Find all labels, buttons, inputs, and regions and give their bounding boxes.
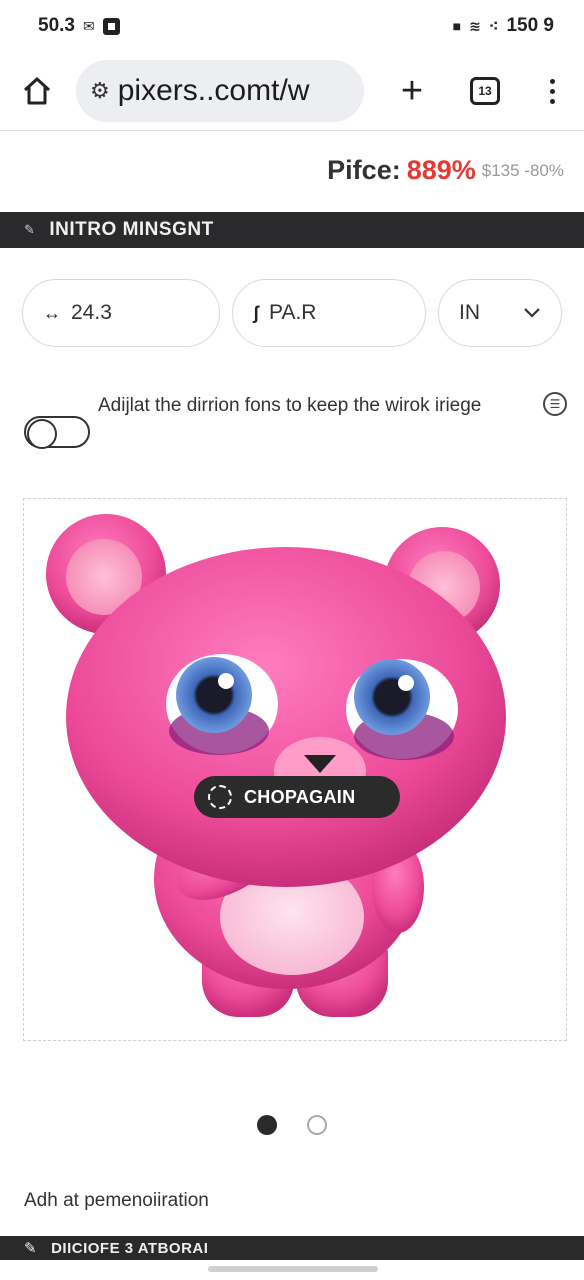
logo-icon — [208, 785, 232, 809]
home-icon — [23, 77, 51, 105]
menu-dot-icon — [550, 88, 555, 94]
material-chip[interactable]: ʃ PA.R — [232, 279, 426, 347]
menu-dot-icon — [550, 78, 555, 84]
pink-bear-illustration — [46, 514, 506, 1017]
badge-label: CHOPAGAIN — [244, 786, 356, 807]
personalization-link[interactable]: Adh at pemenoiiration — [24, 1190, 209, 1212]
mirror-option-text: Adijlat the dirrion fons to keep the wir… — [98, 395, 482, 416]
info-icon[interactable]: ☰ — [543, 392, 567, 416]
bottom-section-title: DIICIOFE 3 ATBORAI — [51, 1239, 209, 1257]
battery-text: 150 9 — [506, 15, 554, 36]
price-label: Pifce: — [327, 155, 401, 185]
material-value: PA.R — [269, 301, 317, 324]
pagination-dot-2[interactable] — [307, 1115, 327, 1135]
new-tab-button[interactable]: + — [388, 72, 436, 110]
screenshot-icon — [102, 17, 120, 35]
mirror-toggle[interactable] — [24, 416, 90, 449]
address-bar[interactable]: ⚙ pixers..comt/w — [76, 60, 364, 122]
price-value: 889% — [406, 155, 476, 185]
home-button[interactable] — [18, 72, 56, 110]
status-right: ■ ≋ ⁖ 150 9 — [453, 15, 554, 37]
unit-value: IN — [459, 301, 480, 324]
status-time: 50.3 — [38, 15, 75, 36]
unit-select[interactable]: IN — [438, 279, 562, 347]
pagination-dot-1[interactable] — [257, 1115, 277, 1135]
section-header: ✎ INITRO MINSGNT — [0, 212, 584, 248]
wifi-icon: ≋ — [469, 17, 481, 34]
notification-icon: ✉ — [82, 17, 95, 34]
bottom-section-header: ✎ DIICIOFE 3 ATBORAI — [0, 1236, 584, 1260]
mirror-option-row: Adijlat the dirrion fons to keep the wir… — [22, 390, 567, 452]
status-bar: 50.3 ✉ ■ ≋ ⁖ 150 9 — [0, 0, 584, 52]
tab-switcher-button[interactable]: 13 — [470, 77, 500, 105]
url-text: pixers..comt/w — [117, 74, 310, 107]
product-image[interactable]: CHOPAGAIN — [23, 498, 567, 1041]
price-row: Pifce: 889% $135 -80% — [0, 130, 584, 210]
ruler-icon: ↔ — [43, 302, 61, 323]
size-chip[interactable]: ↔ 24.3 — [22, 279, 220, 347]
size-value: 24.3 — [71, 301, 112, 324]
pencil-icon: ✎ — [24, 1240, 38, 1257]
signal-icon: ⁖ — [488, 17, 499, 34]
chevron-down-icon — [524, 308, 540, 318]
status-left: 50.3 ✉ — [38, 15, 120, 37]
menu-dot-icon — [550, 98, 555, 104]
browser-toolbar: ⚙ pixers..comt/w + 13 — [0, 52, 584, 130]
section-title: INITRO MINSGNT — [49, 219, 214, 240]
pencil-icon: ✎ — [24, 222, 36, 237]
gesture-navigation-bar[interactable] — [208, 1266, 378, 1272]
battery-saver-icon: ■ — [452, 18, 462, 34]
material-icon: ʃ — [253, 302, 259, 323]
browser-menu-button[interactable] — [550, 78, 555, 104]
price-old: $135 -80% — [481, 160, 564, 180]
site-settings-icon[interactable]: ⚙ — [90, 78, 110, 104]
options-row: ↔ 24.3 ʃ PA.R IN — [22, 279, 567, 347]
brand-badge[interactable]: CHOPAGAIN — [194, 776, 400, 818]
image-pagination — [0, 1115, 584, 1135]
plus-icon: + — [400, 70, 424, 112]
